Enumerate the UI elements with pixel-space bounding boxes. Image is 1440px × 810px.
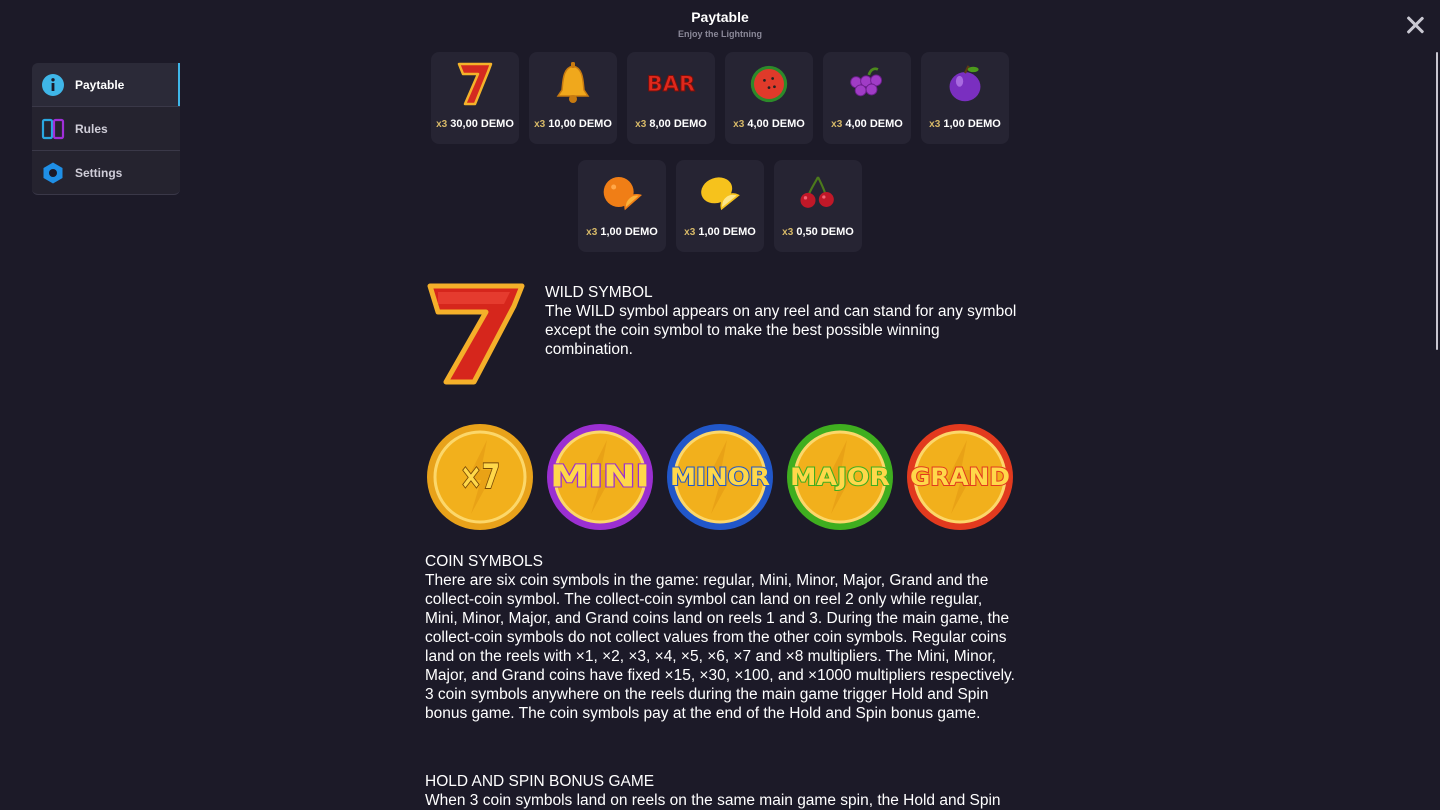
paytable-tile-bell: x3 10,00 DEMO [529, 52, 617, 144]
wild-description: The WILD symbol appears on any reel and … [545, 303, 1017, 358]
sidebar: Paytable Rules Settings [32, 63, 180, 195]
paytable-tile-seven: x3 30,00 DEMO [431, 52, 519, 144]
gear-icon [41, 161, 65, 185]
scrollbar[interactable] [1436, 52, 1438, 350]
payout-value: 0,50 DEMO [796, 226, 854, 238]
page-subtitle: Enjoy the Lightning [678, 29, 762, 39]
sidebar-item-label: Paytable [75, 77, 125, 92]
multiplier: x3 [635, 119, 647, 130]
multiplier: x3 [684, 227, 696, 238]
coin-label: MINI [550, 460, 650, 495]
coin-icon: ×7 [427, 424, 533, 530]
paytable-tile-orange: x3 1,00 DEMO [578, 160, 666, 252]
payout-value: 1,00 DEMO [943, 118, 1001, 130]
paytable-tile-bar: BAR x3 8,00 DEMO [627, 52, 715, 144]
watermelon-icon [749, 60, 789, 108]
coin-label: ×7 [460, 457, 500, 497]
wild-seven-icon [424, 280, 528, 388]
coin-label: MINOR [670, 463, 770, 491]
multiplier: x3 [782, 227, 794, 238]
book-icon [41, 117, 65, 141]
coin-symbols-section: COIN SYMBOLS There are six coin symbols … [425, 552, 1015, 723]
payout-value: 30,00 DEMO [450, 118, 514, 130]
page-title: Paytable [691, 9, 749, 25]
coin-symbol: MAJOR [785, 422, 895, 532]
paytable-tile-cherry: x3 0,50 DEMO [774, 160, 862, 252]
paytable-tile-grapes: x3 4,00 DEMO [823, 52, 911, 144]
paytable-tile-watermelon: x3 4,00 DEMO [725, 52, 813, 144]
paytable-tile-plum: x3 1,00 DEMO [921, 52, 1009, 144]
info-icon [41, 73, 65, 97]
coin-symbol: ×7 [425, 422, 535, 532]
payout-value: 4,00 DEMO [747, 118, 805, 130]
sidebar-item-paytable[interactable]: Paytable [32, 63, 180, 107]
payout-value: 1,00 DEMO [600, 226, 658, 238]
coin-symbol: MINI [545, 422, 655, 532]
coin-description: There are six coin symbols in the game: … [425, 572, 1015, 722]
multiplier: x3 [436, 119, 448, 130]
lemon-icon [700, 168, 740, 216]
grapes-icon [847, 60, 887, 108]
coin-label: GRAND [910, 463, 1010, 491]
coin-icon: GRAND [907, 424, 1013, 530]
cherry-icon [798, 168, 838, 216]
close-button[interactable] [1402, 12, 1428, 38]
multiplier: x3 [929, 119, 941, 130]
payout-value: 1,00 DEMO [698, 226, 756, 238]
multiplier: x3 [534, 119, 546, 130]
coin-icon: MAJOR [787, 424, 893, 530]
payout-value: 8,00 DEMO [649, 118, 707, 130]
coin-symbol: GRAND [905, 422, 1015, 532]
orange-icon [602, 168, 642, 216]
coin-icon: MINOR [667, 424, 773, 530]
hold-spin-heading: HOLD AND SPIN BONUS GAME [425, 773, 655, 790]
wild-heading: WILD SYMBOL [545, 284, 653, 301]
paytable-tile-lemon: x3 1,00 DEMO [676, 160, 764, 252]
multiplier: x3 [831, 119, 843, 130]
hold-spin-description: When 3 coin symbols land on reels on the… [425, 792, 1001, 809]
coin-icon: MINI [547, 424, 653, 530]
hold-and-spin-section: HOLD AND SPIN BONUS GAME When 3 coin sym… [425, 772, 1015, 810]
sidebar-item-label: Settings [75, 165, 123, 180]
wild-symbol-section: WILD SYMBOL The WILD symbol appears on a… [545, 283, 1025, 359]
coin-label: MAJOR [790, 463, 890, 491]
payout-value: 10,00 DEMO [548, 118, 612, 130]
bar-icon: BAR [646, 72, 696, 97]
coin-symbols-row: ×7 MINI MINOR MAJOR GRAND [425, 422, 1017, 532]
multiplier: x3 [733, 119, 745, 130]
plum-icon [945, 60, 985, 108]
seven-icon [455, 60, 495, 108]
sidebar-item-label: Rules [75, 121, 108, 136]
coin-heading: COIN SYMBOLS [425, 553, 543, 570]
sidebar-item-settings[interactable]: Settings [32, 151, 180, 195]
coin-symbol: MINOR [665, 422, 775, 532]
payout-value: 4,00 DEMO [845, 118, 903, 130]
bell-icon [553, 60, 593, 108]
multiplier: x3 [586, 227, 598, 238]
sidebar-item-rules[interactable]: Rules [32, 107, 180, 151]
